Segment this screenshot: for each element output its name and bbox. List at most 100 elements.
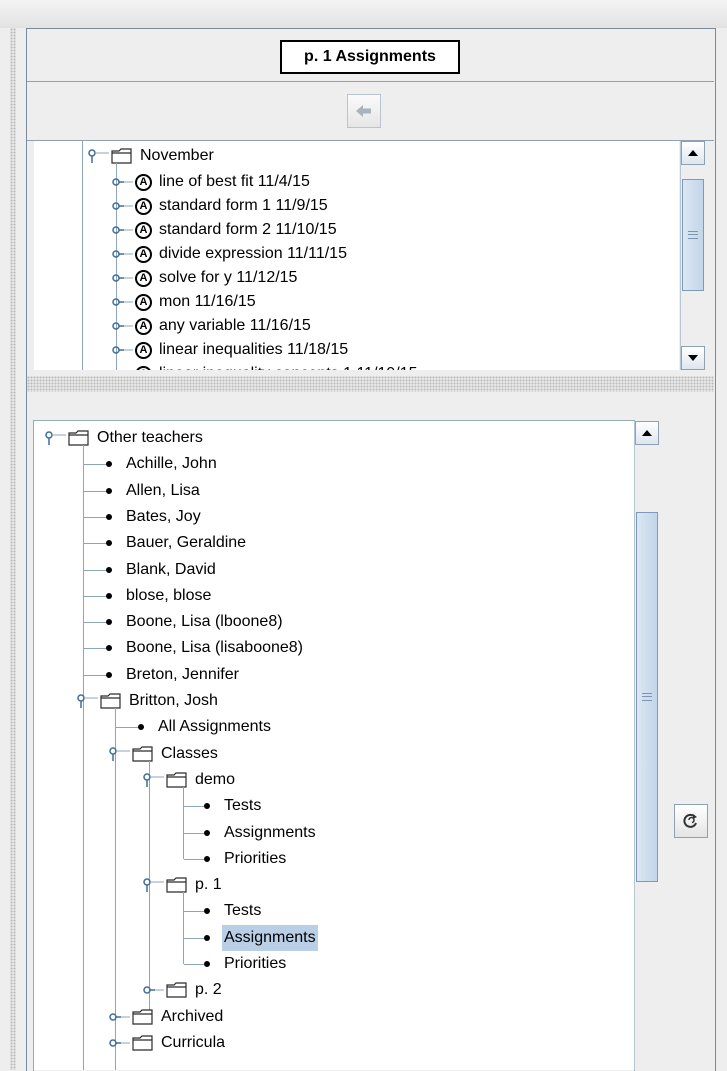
folder-icon [166,772,187,788]
tree-node-class-p1[interactable]: p. 1 [143,872,224,898]
assignment-badge-icon: A [135,317,152,335]
assignments-tree[interactable]: November Aline of best fit 11/4/15 Astanda… [34,141,679,370]
scroll-down-button[interactable] [681,346,705,370]
scroll-thumb[interactable] [682,179,704,291]
tree-node-label: Classes [161,744,218,762]
assignments-scrollbar[interactable] [680,141,705,370]
tree-node-label: p. 2 [195,981,222,999]
window-top-strip [0,0,727,28]
tree-node-britton-josh[interactable]: Britton, Josh [77,688,220,714]
tree-node-class-demo[interactable]: demo [143,767,237,793]
refresh-button[interactable] [674,804,708,838]
expanded-handle-icon[interactable] [142,877,164,893]
assignment-item[interactable]: Aline of best fit 11/4/15 [112,169,312,195]
expanded-handle-icon[interactable] [142,772,164,788]
folder-icon [132,745,153,762]
arrow-up-icon [642,430,652,436]
collapsed-handle-icon[interactable] [111,342,133,358]
tree-node-label: Tests [224,797,262,815]
tree-node-label: Britton, Josh [129,692,218,709]
tree-node-label: Boone, Lisa (lisaboone8) [126,639,304,657]
expanded-handle-icon[interactable] [108,746,130,762]
collapsed-handle-icon[interactable] [108,1035,130,1051]
p1-assignments-item[interactable]: Assignments [198,924,318,951]
folder-icon [166,982,187,998]
tree-node-label: Breton, Jennifer [126,665,239,683]
arrow-down-icon [688,355,698,361]
demo-tests-item[interactable]: Tests [198,793,263,819]
p1-priorities-item[interactable]: Priorities [198,951,288,977]
teacher-item[interactable]: Breton, Jennifer [100,662,241,688]
tree-node-label: demo [195,770,236,788]
collapsed-handle-icon[interactable] [108,1009,130,1025]
teachers-tree[interactable]: Other teachers Achille, John Allen, Lisa Ba… [34,421,634,1070]
demo-priorities-item[interactable]: Priorities [198,846,288,872]
tree-node-label: divide expression 11/11/15 [159,245,347,262]
assignment-item[interactable]: Amon 11/16/15 [112,289,258,315]
assignment-badge-icon: A [135,341,152,359]
folder-icon [111,148,132,164]
tree-node-curricula[interactable]: Curricula [109,1030,227,1056]
bullet-icon [138,724,144,731]
teacher-item[interactable]: Allen, Lisa [100,478,202,504]
split-pane-divider[interactable] [27,376,714,392]
tree-node-folder-november[interactable]: November [88,143,216,169]
collapsed-handle-icon[interactable] [111,294,133,310]
assignment-item[interactable]: Alinear inequality concepts 1 11/19/15 [135,361,420,370]
assignment-badge-icon: A [135,173,152,191]
all-assignments-item[interactable]: All Assignments [132,714,273,740]
assignment-badge-icon: A [135,245,152,263]
teacher-item[interactable]: Blank, David [100,557,218,583]
collapsed-handle-icon[interactable] [111,366,133,370]
tree-node-label: All Assignments [158,718,271,736]
p1-tests-item[interactable]: Tests [198,898,263,924]
collapsed-handle-icon[interactable] [111,222,133,238]
tree-node-label: Assignments [224,823,316,841]
assignment-item[interactable]: Alinear inequalities 11/18/15 [112,337,350,363]
tree-node-label: Tests [224,902,262,920]
tree-node-other-teachers[interactable]: Other teachers [45,425,205,451]
teacher-item[interactable]: Bauer, Geraldine [100,530,248,556]
bullet-icon [106,487,112,494]
assignment-item[interactable]: Astandard form 1 11/9/15 [112,193,330,219]
tree-node-label: Priorities [224,849,287,867]
assignment-item[interactable]: Asolve for y 11/12/15 [112,265,299,291]
scroll-up-button[interactable] [681,141,705,165]
assignment-item[interactable]: Adivide expression 11/11/15 [112,241,349,267]
assignment-item[interactable]: Aany variable 11/16/15 [112,313,313,339]
assignment-item[interactable]: Astandard form 2 11/10/15 [112,217,339,243]
scroll-up-button[interactable] [635,421,659,445]
teacher-item[interactable]: Achille, John [100,451,219,477]
collapsed-handle-icon[interactable] [111,270,133,286]
teacher-item[interactable]: Bates, Joy [100,504,203,530]
tree-node-label: standard form 2 11/10/15 [159,221,337,238]
teachers-scrollbar[interactable] [634,421,659,1070]
folder-icon [132,1008,153,1025]
collapsed-handle-icon[interactable] [142,982,164,998]
expanded-handle-icon[interactable] [44,430,66,446]
tree-node-classes[interactable]: Classes [109,741,220,767]
teacher-item[interactable]: blose, blose [100,583,213,609]
tree-node-label: Achille, John [126,455,217,473]
tree-node-class-p2[interactable]: p. 2 [143,977,224,1003]
scroll-thumb[interactable] [636,512,658,882]
expanded-handle-icon[interactable] [76,693,98,709]
folder-icon [68,430,89,446]
teacher-item[interactable]: Boone, Lisa (lboone8) [100,609,285,635]
tree-node-label: Priorities [224,955,287,972]
bullet-icon [204,908,210,915]
collapsed-handle-icon[interactable] [111,174,133,190]
teacher-item[interactable]: Boone, Lisa (lisaboone8) [100,635,305,661]
demo-assignments-item[interactable]: Assignments [198,820,318,846]
expanded-handle-icon[interactable] [87,148,109,164]
bullet-icon [204,934,210,941]
tree-node-archived[interactable]: Archived [109,1004,225,1030]
bullet-icon [106,540,112,547]
back-button[interactable] [347,94,381,128]
collapsed-handle-icon[interactable] [111,318,133,334]
bullet-icon [204,961,210,967]
collapsed-handle-icon[interactable] [111,246,133,262]
bullet-icon [106,619,112,626]
bullet-icon [106,671,112,678]
collapsed-handle-icon[interactable] [111,198,133,214]
